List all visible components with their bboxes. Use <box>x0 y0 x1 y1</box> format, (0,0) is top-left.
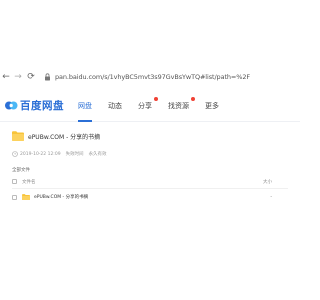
lock-icon <box>44 73 52 82</box>
notification-dot <box>154 96 158 101</box>
breadcrumb[interactable]: 全部文件 <box>12 167 30 173</box>
browser-address-bar: ← → ⟳ pan.baidu.com/s/1vhyBC5mvt3s97GvBs… <box>0 70 300 84</box>
nav-item-share[interactable]: 分享 <box>138 90 158 122</box>
reload-button[interactable]: ⟳ <box>26 71 36 83</box>
nav-item-more[interactable]: 更多 <box>205 90 219 122</box>
nav-item-activity[interactable]: 动态 <box>108 90 122 122</box>
back-button[interactable]: ← <box>1 71 11 83</box>
column-size[interactable]: 大小 <box>263 179 272 185</box>
logo-text: 百度网盘 <box>20 100 64 112</box>
url-text: pan.baidu.com/s/1vhyBC5mvt3s97GvBsYwTQ#l… <box>55 73 251 81</box>
select-all-checkbox[interactable] <box>12 179 17 184</box>
share-title: ePUBw.COM - 分享的书摘 <box>12 131 100 141</box>
nav-item-find-resources[interactable]: 找资源 <box>168 90 195 122</box>
share-name: ePUBw.COM - 分享的书摘 <box>28 133 101 141</box>
folder-icon <box>12 131 24 141</box>
share-date: 2019-10-22 12:09 <box>20 151 61 157</box>
logo[interactable]: 百度网盘 <box>4 98 64 113</box>
site-header: 百度网盘 网盘 动态 分享 找资源 更多 <box>0 90 300 122</box>
share-status: 失效时间 <box>65 152 84 157</box>
list-header: 文件名 大小 <box>12 175 288 189</box>
cloud-logo-icon <box>5 101 18 110</box>
forward-button[interactable]: → <box>13 71 23 83</box>
column-name[interactable]: 文件名 <box>22 179 36 185</box>
nav-item-netdisk[interactable]: 网盘 <box>78 90 92 122</box>
file-name[interactable]: ePUBw.COM - 分享的书摘 <box>34 194 88 200</box>
file-row[interactable]: ePUBw.COM - 分享的书摘 - <box>12 190 288 204</box>
clock-icon <box>12 151 18 157</box>
main-nav: 网盘 动态 分享 找资源 更多 <box>78 90 235 122</box>
share-meta: 2019-10-22 12:09 失效时间 永久有效 <box>12 151 107 157</box>
folder-icon <box>22 193 30 201</box>
url-field[interactable]: pan.baidu.com/s/1vhyBC5mvt3s97GvBsYwTQ#l… <box>44 71 250 83</box>
share-expire: 永久有效 <box>88 152 107 157</box>
file-size: - <box>270 194 272 200</box>
row-checkbox[interactable] <box>12 194 17 200</box>
notification-dot <box>191 96 195 101</box>
